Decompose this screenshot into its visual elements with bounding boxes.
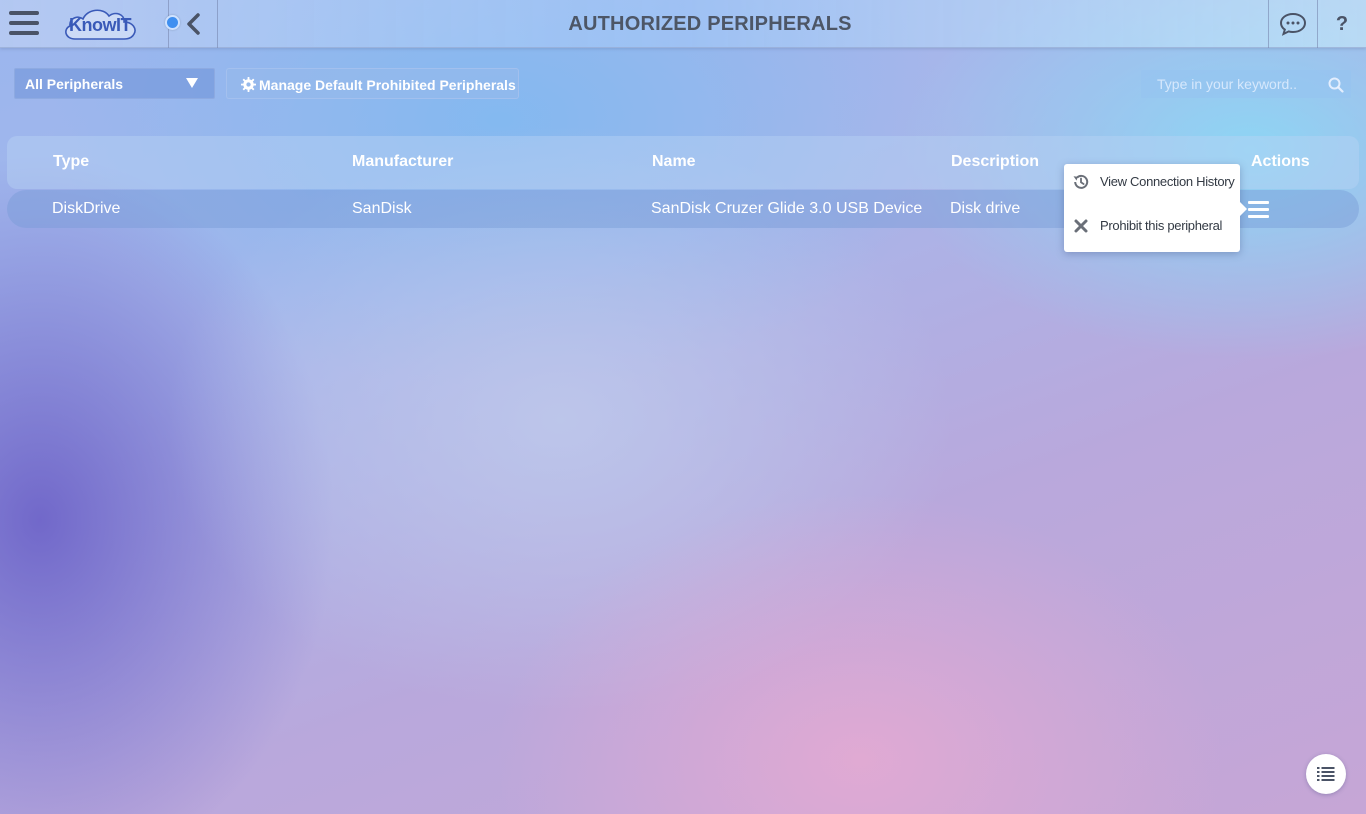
back-chevron-icon[interactable] (184, 12, 204, 36)
row-actions-popover: View Connection History Prohibit this pe… (1064, 164, 1247, 252)
page-title: AUTHORIZED PERIPHERALS (568, 13, 852, 35)
logo-text: KnowIT (69, 15, 132, 35)
search-icon[interactable] (1328, 77, 1344, 93)
divider (217, 0, 218, 48)
manage-button-label: Manage Default Prohibited Peripherals (259, 77, 516, 93)
top-bar: KnowIT AUTHORIZED PERIPHERALS ? (0, 0, 1366, 48)
menu-item-label: View Connection History (1100, 174, 1235, 189)
column-header-manufacturer[interactable]: Manufacturer (352, 153, 453, 171)
chat-button[interactable] (1269, 0, 1317, 48)
gear-icon (241, 77, 256, 92)
search-input[interactable] (1141, 70, 1321, 98)
chat-bubble-icon (1279, 12, 1307, 36)
manage-default-prohibited-button[interactable]: Manage Default Prohibited Peripherals (226, 68, 519, 99)
menu-item-label: Prohibit this peripheral (1100, 218, 1223, 233)
cell-type: DiskDrive (52, 200, 121, 217)
caret-down-icon (186, 78, 198, 88)
close-icon (1074, 219, 1088, 233)
cell-description: Disk drive (950, 200, 1021, 217)
search-box (1141, 70, 1351, 98)
knowit-logo[interactable]: KnowIT (61, 5, 139, 43)
connection-status-indicator (165, 15, 180, 30)
column-header-actions: Actions (1251, 153, 1310, 170)
column-header-type[interactable]: Type (53, 153, 89, 171)
popover-arrow (1240, 202, 1247, 216)
menu-item-prohibit-peripheral[interactable]: Prohibit this peripheral (1064, 208, 1240, 252)
menu-item-view-connection-history[interactable]: View Connection History (1064, 164, 1240, 208)
help-button[interactable]: ? (1318, 0, 1366, 48)
filter-selected-value: All Peripherals (25, 76, 124, 92)
list-icon (1317, 767, 1335, 781)
history-icon (1073, 174, 1089, 189)
row-actions-menu-icon[interactable] (1248, 200, 1270, 218)
peripheral-filter-select[interactable]: All Peripherals (14, 68, 215, 99)
main-menu-icon[interactable] (9, 11, 39, 36)
column-header-description[interactable]: Description (951, 153, 1039, 171)
cell-manufacturer: SanDisk (352, 200, 412, 217)
task-list-button[interactable] (1306, 754, 1346, 794)
cell-name: SanDisk Cruzer Glide 3.0 USB Device (651, 200, 923, 217)
column-header-name[interactable]: Name (652, 153, 696, 171)
